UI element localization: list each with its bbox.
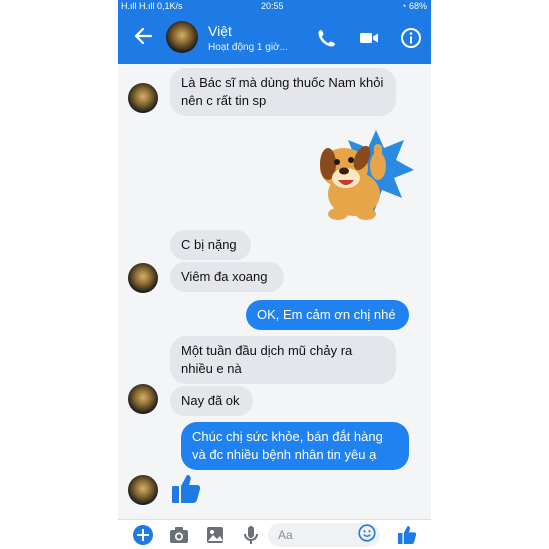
gallery-icon[interactable] [204, 524, 226, 546]
like-send-icon[interactable] [396, 524, 418, 546]
active-status: Hoạt động 1 giờ... [208, 42, 288, 53]
message-bubble-outgoing[interactable]: Chúc chị sức khỏe, bán đắt hàng và đc nh… [181, 422, 409, 470]
wifi-icon: ◔ [401, 1, 407, 11]
video-call-icon[interactable] [358, 27, 380, 49]
camera-icon[interactable] [168, 524, 190, 546]
sender-avatar [128, 83, 158, 113]
thumbs-up-dog-sticker[interactable] [304, 126, 414, 222]
message-bubble-incoming[interactable]: Là Bác sĩ mà dùng thuốc Nam khỏi nên c r… [170, 68, 396, 116]
contact-name[interactable]: Việt [208, 23, 232, 39]
message-list[interactable]: Là Bác sĩ mà dùng thuốc Nam khỏi nên c r… [118, 64, 431, 519]
microphone-icon[interactable] [240, 524, 262, 546]
message-bubble-incoming[interactable]: Một tuần đầu dịch mũ chảy ra nhiều e nà [170, 336, 396, 384]
network-speed: 0,1K/s [157, 1, 183, 11]
phone-call-icon[interactable] [316, 27, 338, 49]
like-icon[interactable] [170, 472, 202, 506]
composer-bar: Aa [118, 519, 431, 549]
signal-text: H.ıll H.ıll [121, 1, 155, 11]
sender-avatar [128, 475, 158, 505]
info-icon[interactable] [400, 27, 422, 49]
conversation-header: Việt Hoạt động 1 giờ... [118, 12, 431, 64]
message-bubble-incoming[interactable]: C bị nặng [170, 230, 251, 260]
clock: 20:55 [261, 1, 284, 11]
message-bubble-incoming[interactable]: Viêm đa xoang [170, 262, 284, 292]
contact-avatar[interactable] [166, 21, 198, 53]
battery-level: 68% [408, 1, 427, 11]
messenger-screen: H.ıll H.ıll 0,1K/s 20:55 ◔ 68% Việt Hoạt… [118, 0, 431, 549]
status-bar: H.ıll H.ıll 0,1K/s 20:55 ◔ 68% [118, 0, 431, 12]
back-arrow-icon[interactable] [132, 25, 154, 47]
sender-avatar [128, 384, 158, 414]
message-bubble-outgoing[interactable]: OK, Em cảm ơn chị nhé [246, 300, 409, 330]
emoji-icon[interactable] [358, 524, 376, 542]
message-bubble-incoming[interactable]: Nay đã ok [170, 386, 253, 416]
sender-avatar [128, 263, 158, 293]
plus-icon[interactable] [132, 524, 154, 546]
